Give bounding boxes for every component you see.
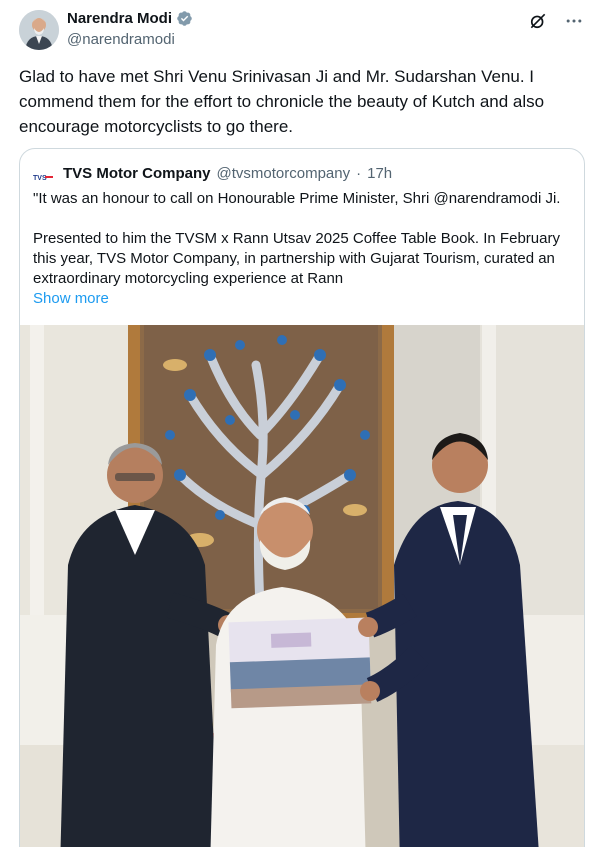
quote-header: TVS TVS Motor Company @tvsmotorcompany ·… bbox=[33, 165, 392, 182]
quote-author-handle[interactable]: @tvsmotorcompany bbox=[217, 165, 351, 182]
quote-author-name[interactable]: TVS Motor Company bbox=[63, 165, 211, 182]
quote-tweet-card[interactable]: TVS TVS Motor Company @tvsmotorcompany ·… bbox=[19, 148, 585, 847]
more-icon[interactable] bbox=[563, 10, 585, 32]
photo-image[interactable] bbox=[20, 325, 584, 847]
quote-paragraph-1: "It was an honour to call on Honourable … bbox=[33, 190, 561, 207]
quote-timestamp[interactable]: 17h bbox=[367, 165, 392, 182]
tvs-logo-icon: TVS bbox=[33, 169, 53, 182]
grok-icon[interactable] bbox=[527, 10, 549, 32]
quote-separator: · bbox=[356, 165, 362, 182]
quote-text: "It was an honour to call on Honourable … bbox=[33, 189, 578, 289]
author-handle[interactable]: @narendramodi bbox=[67, 31, 175, 48]
tweet-text: Glad to have met Shri Venu Srinivasan Ji… bbox=[19, 67, 545, 136]
author-name[interactable]: Narendra Modi bbox=[67, 10, 172, 27]
show-more-link[interactable]: Show more bbox=[33, 290, 109, 307]
quote-paragraph-2: Presented to him the TVSM x Rann Utsav 2… bbox=[33, 230, 560, 287]
verified-icon bbox=[176, 10, 193, 27]
tweet-actions bbox=[527, 10, 585, 32]
avatar[interactable] bbox=[19, 10, 59, 50]
author-name-row: Narendra Modi bbox=[67, 10, 193, 27]
svg-text:TVS: TVS bbox=[33, 175, 47, 182]
